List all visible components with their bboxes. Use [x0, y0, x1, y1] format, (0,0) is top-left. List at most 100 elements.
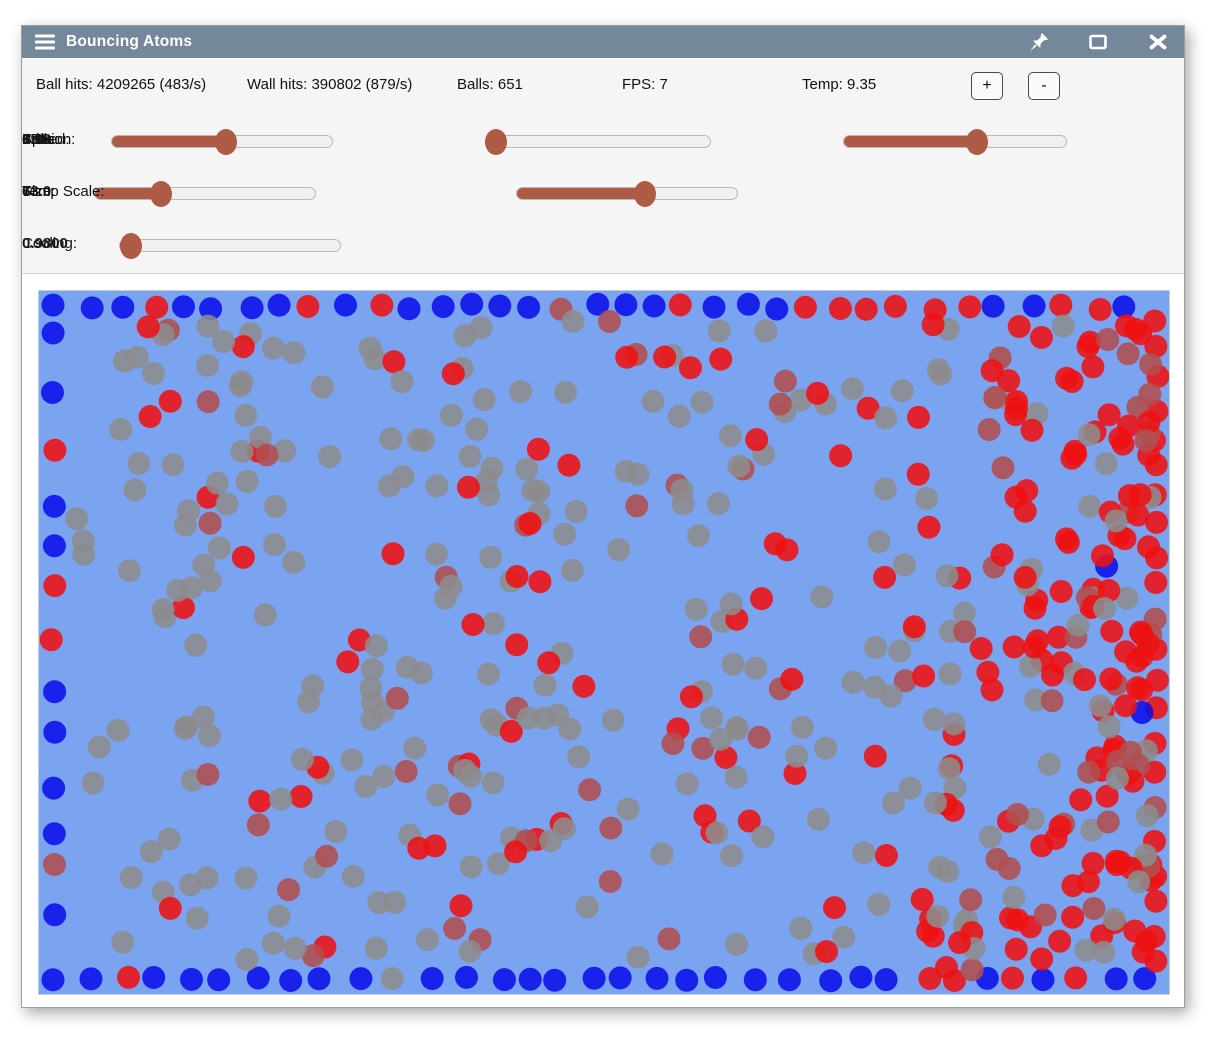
atom-ball: [318, 445, 341, 468]
atom-ball: [283, 341, 306, 364]
atom-ball: [662, 732, 685, 755]
atom-ball: [473, 388, 496, 411]
atom-ball: [1130, 678, 1153, 701]
atom-ball: [241, 296, 264, 319]
atom-ball: [460, 293, 483, 316]
atom-ball: [117, 966, 140, 989]
atom-ball: [599, 817, 622, 840]
atom-ball: [852, 841, 875, 864]
atom-ball: [1100, 620, 1123, 643]
atom-ball: [1106, 767, 1129, 790]
atom-ball: [72, 543, 95, 566]
balls-slider-thumb[interactable]: [966, 129, 988, 155]
atom-ball: [232, 335, 255, 358]
atom-ball: [1005, 938, 1028, 961]
atom-ball: [554, 381, 577, 404]
atom-ball: [43, 721, 66, 744]
atom-ball: [232, 546, 255, 569]
atom-ball: [43, 853, 66, 876]
temp-scale-slider-thumb[interactable]: [634, 181, 656, 207]
atom-ball: [123, 478, 146, 501]
atom-ball: [291, 748, 314, 771]
atom-ball: [262, 932, 285, 955]
titlebar[interactable]: Bouncing Atoms: [22, 26, 1184, 58]
atom-ball: [297, 690, 320, 713]
close-icon[interactable]: [1148, 32, 1168, 52]
slider-row-3: Cooling: 0.9800: [22, 231, 1184, 259]
atom-ball: [927, 358, 950, 381]
atom-ball: [617, 798, 640, 821]
size-slider[interactable]: [94, 187, 316, 200]
atom-ball: [517, 707, 540, 730]
atom-ball: [922, 313, 945, 336]
atom-ball: [231, 440, 254, 463]
atom-ball: [1023, 636, 1046, 659]
atom-ball: [175, 715, 198, 738]
atom-ball: [450, 894, 473, 917]
atom-ball: [208, 537, 231, 560]
increase-button[interactable]: +: [971, 72, 1003, 100]
decrease-button[interactable]: -: [1028, 72, 1060, 100]
atom-ball: [706, 821, 729, 844]
atom-ball: [359, 677, 382, 700]
atom-ball: [199, 512, 222, 535]
atom-ball: [939, 662, 962, 685]
atom-ball: [1055, 367, 1078, 390]
temp-scale-slider[interactable]: [516, 187, 738, 200]
balls-value: 651: [22, 131, 47, 148]
atom-ball: [457, 476, 480, 499]
atom-ball: [1005, 486, 1028, 509]
cooling-slider-thumb[interactable]: [120, 233, 142, 259]
atom-ball: [180, 968, 203, 991]
atom-ball: [229, 374, 252, 397]
atom-ball: [1139, 353, 1162, 376]
atom-ball: [599, 870, 622, 893]
atom-ball: [936, 564, 959, 587]
atom-ball: [543, 969, 566, 992]
atom-ball: [186, 907, 209, 930]
atom-ball: [311, 375, 334, 398]
atom-ball: [43, 439, 66, 462]
atom-ball: [953, 620, 976, 643]
atom-ball: [1030, 834, 1053, 857]
atom-ball: [390, 370, 413, 393]
atom-ball: [961, 958, 984, 981]
atom-ball: [506, 565, 529, 588]
balls-slider[interactable]: [843, 135, 1067, 148]
atom-ball: [391, 465, 414, 488]
atom-ball: [704, 966, 727, 989]
atom-ball: [1093, 597, 1116, 620]
atom-ball: [140, 840, 163, 863]
atom-ball: [578, 778, 601, 801]
atom-ball: [1064, 443, 1087, 466]
atom-ball: [675, 969, 698, 992]
speed-slider[interactable]: [111, 135, 333, 148]
atom-ball: [1014, 566, 1037, 589]
hamburger-menu-icon[interactable]: [35, 34, 55, 50]
atom-ball: [82, 772, 105, 795]
atom-ball: [642, 390, 665, 413]
atom-ball: [1127, 870, 1150, 893]
atom-ball: [137, 315, 160, 338]
atom-ball: [139, 405, 162, 428]
size-slider-thumb[interactable]: [150, 181, 172, 207]
atom-ball: [127, 452, 150, 475]
atom-ball: [676, 772, 699, 795]
atom-ball: [206, 472, 229, 495]
friction-slider-thumb[interactable]: [485, 129, 507, 155]
atom-ball: [1129, 322, 1152, 345]
atom-ball: [1055, 527, 1078, 550]
atom-ball: [1095, 452, 1118, 475]
speed-slider-thumb[interactable]: [215, 129, 237, 155]
atoms-canvas[interactable]: [39, 291, 1169, 994]
friction-slider[interactable]: [486, 135, 711, 148]
atom-ball: [505, 633, 528, 656]
maximize-icon[interactable]: [1088, 32, 1108, 52]
atom-ball: [504, 840, 527, 863]
cooling-slider[interactable]: [119, 239, 341, 252]
atom-ball: [643, 295, 666, 318]
atom-ball: [1049, 815, 1072, 838]
pin-icon[interactable]: [1029, 32, 1049, 52]
atom-ball: [349, 967, 372, 990]
atom-ball: [849, 966, 872, 989]
